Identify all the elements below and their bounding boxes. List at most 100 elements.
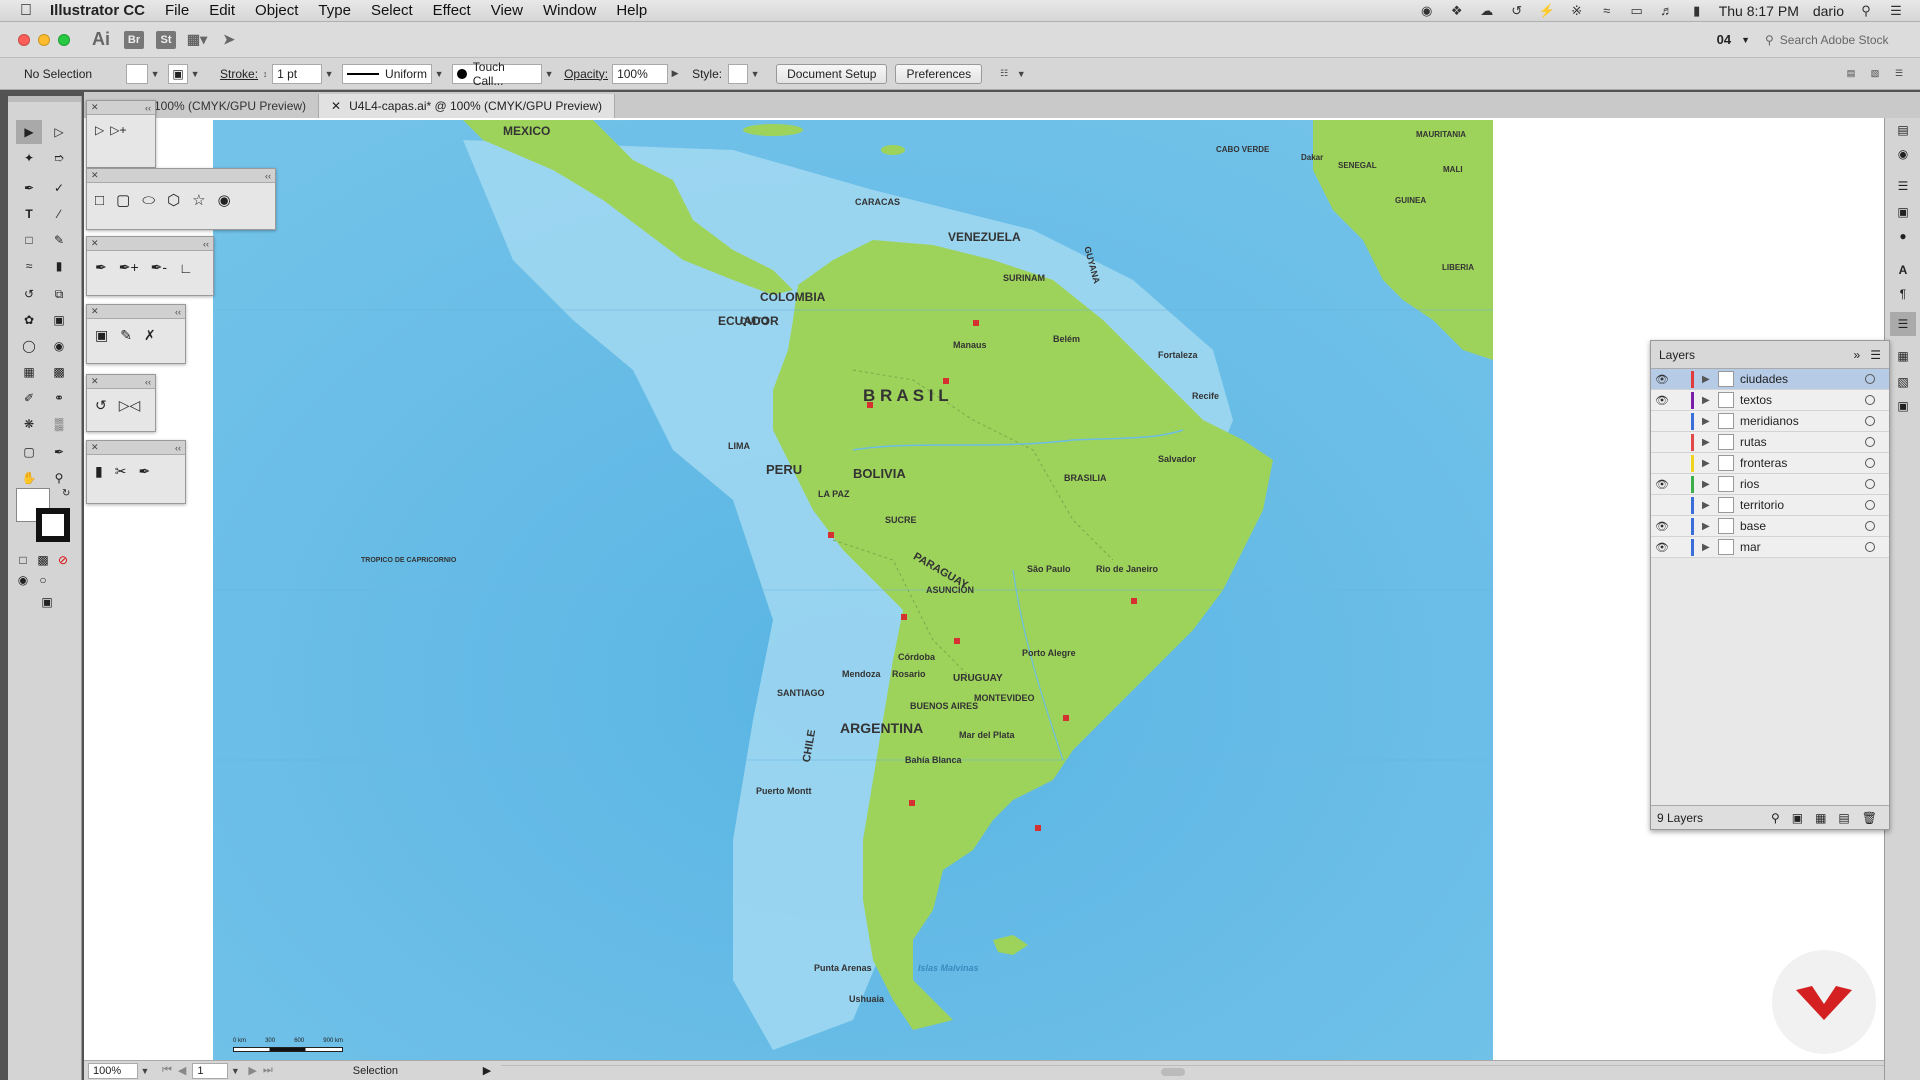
previous-artboard-icon[interactable]: ◀ xyxy=(178,1064,186,1077)
width-tool-icon[interactable]: ✗ xyxy=(144,327,156,344)
adobe-stock-search[interactable]: ⚲ Search Adobe Stock xyxy=(1765,30,1910,50)
new-sublayer-icon[interactable]: ▦ xyxy=(1815,811,1826,825)
stock-search-input[interactable]: Search Adobe Stock xyxy=(1780,33,1889,47)
polygon-icon[interactable]: ⬡ xyxy=(167,191,180,209)
layer-name[interactable]: rutas xyxy=(1740,435,1865,449)
fill-dropdown-icon[interactable]: ▼ xyxy=(148,64,162,84)
artboard-number-input[interactable]: 1 xyxy=(192,1062,229,1079)
bridge-button[interactable]: Br xyxy=(124,30,144,49)
reflect-icon[interactable]: ▷◁ xyxy=(119,397,141,414)
locate-object-icon[interactable]: ⚲ xyxy=(1771,811,1780,825)
layers-icon[interactable]: ☰ xyxy=(1890,312,1916,336)
layer-row[interactable]: ▶ rutas xyxy=(1651,432,1889,453)
dropbox-icon[interactable]: ❖ xyxy=(1449,3,1465,18)
swap-fill-stroke-icon[interactable]: ↻ xyxy=(62,488,70,499)
battery-icon[interactable]: ▮ xyxy=(1689,3,1705,18)
add-anchor-icon[interactable]: ✒+ xyxy=(119,259,139,276)
menu-file[interactable]: File xyxy=(165,2,189,19)
brush-dropdown-icon[interactable]: ▼ xyxy=(542,64,556,84)
live-paint-tool-icon[interactable]: ◉ xyxy=(46,334,72,358)
collapse-icon[interactable]: ‹‹ xyxy=(145,377,151,387)
horizontal-scrollbar[interactable] xyxy=(501,1064,1884,1077)
layer-name[interactable]: mar xyxy=(1740,540,1865,554)
zoom-window-button[interactable] xyxy=(58,33,70,46)
layer-name[interactable]: ciudades xyxy=(1740,372,1865,386)
stroke-panel-icon[interactable]: ☰ xyxy=(1890,174,1916,198)
panel-menu-icon[interactable]: ☰ xyxy=(1870,348,1881,362)
cloud-icon[interactable]: ☁ xyxy=(1479,3,1495,18)
expand-arrow-icon[interactable]: ▶ xyxy=(1702,416,1714,427)
expand-arrow-icon[interactable]: ▶ xyxy=(1702,500,1714,511)
current-tool-status[interactable]: Selection xyxy=(353,1065,473,1077)
group-selection-icon[interactable]: ▷+ xyxy=(110,123,126,137)
workspace-switcher[interactable]: 04 ▼ xyxy=(1717,32,1750,47)
symbol-sprayer-tool-icon[interactable]: ❋ xyxy=(16,412,42,436)
pen-icon[interactable]: ✒ xyxy=(95,259,107,276)
eraser-tool-icon[interactable]: ▮ xyxy=(46,254,72,278)
layer-row[interactable]: ▶ meridianos xyxy=(1651,411,1889,432)
menu-object[interactable]: Object xyxy=(255,2,298,19)
make-clipping-mask-icon[interactable]: ▣ xyxy=(1792,811,1803,825)
collapse-icon[interactable]: ‹‹ xyxy=(175,443,181,453)
layer-row[interactable]: 👁 ▶ textos xyxy=(1651,390,1889,411)
blend-tool-icon[interactable]: ⚭ xyxy=(46,386,72,410)
bluetooth-icon[interactable]: ※ xyxy=(1569,3,1585,18)
layer-row[interactable]: ▶ fronteras xyxy=(1651,453,1889,474)
target-circle-icon[interactable] xyxy=(1865,521,1875,531)
spotlight-icon[interactable]: ⚲ xyxy=(1858,3,1874,18)
target-circle-icon[interactable] xyxy=(1865,416,1875,426)
variable-width-profile[interactable]: Uniform xyxy=(342,63,433,84)
shaper-tool-icon[interactable]: ≈ xyxy=(16,254,42,278)
isolate-icon[interactable]: ▤ xyxy=(1844,64,1858,84)
draw-normal-icon[interactable]: ◉ xyxy=(14,568,32,592)
target-circle-icon[interactable] xyxy=(1865,374,1875,384)
target-circle-icon[interactable] xyxy=(1865,437,1875,447)
visibility-eye-icon[interactable]: 👁 xyxy=(1651,541,1673,554)
menu-type[interactable]: Type xyxy=(318,2,351,19)
close-icon[interactable]: ✕ xyxy=(91,442,99,453)
visibility-eye-icon[interactable]: 👁 xyxy=(1651,373,1673,386)
profile-dropdown-icon[interactable]: ▼ xyxy=(432,64,446,84)
tab-document-2[interactable]: ✕ U4L4-capas.ai* @ 100% (CMYK/GPU Preview… xyxy=(319,94,616,118)
paintbrush-tool-icon[interactable]: ✎ xyxy=(46,228,72,252)
puppet-warp-icon[interactable]: ✎ xyxy=(120,327,132,344)
power-icon[interactable]: ⚡ xyxy=(1539,3,1555,18)
scissors-icon[interactable]: ✂ xyxy=(115,463,127,480)
expand-arrow-icon[interactable]: ▶ xyxy=(1702,374,1714,385)
align-panel-icon[interactable]: ▧ xyxy=(1890,370,1916,394)
expand-arrow-icon[interactable]: ▶ xyxy=(1702,458,1714,469)
collapse-panel-icon[interactable]: » xyxy=(1854,348,1861,362)
shape-builder-tool-icon[interactable]: ◯ xyxy=(16,334,42,358)
menu-view[interactable]: View xyxy=(491,2,523,19)
horizontal-scroll-thumb[interactable] xyxy=(1161,1067,1186,1076)
last-artboard-icon[interactable]: ⏭ xyxy=(263,1064,273,1077)
wifi-icon[interactable]: ≈ xyxy=(1599,3,1615,18)
document-setup-button[interactable]: Document Setup xyxy=(776,63,888,84)
draw-behind-icon[interactable]: ○ xyxy=(34,568,52,592)
gradient-tool-icon[interactable]: ▩ xyxy=(46,360,72,384)
close-icon[interactable]: ✕ xyxy=(91,306,99,317)
collapse-icon[interactable]: ‹‹ xyxy=(265,171,271,181)
notification-center-icon[interactable]: ☰ xyxy=(1888,3,1904,18)
visibility-eye-icon[interactable]: 👁 xyxy=(1651,478,1673,491)
next-artboard-icon[interactable]: ▶ xyxy=(248,1064,256,1077)
free-transform-icon[interactable]: ▣ xyxy=(95,327,108,344)
close-icon[interactable]: ✕ xyxy=(91,102,99,113)
anchor-point-icon[interactable]: ∟ xyxy=(179,260,193,276)
layer-name[interactable]: fronteras xyxy=(1740,456,1865,470)
collapse-icon[interactable]: ‹‹ xyxy=(203,239,209,249)
color-icon[interactable]: ● xyxy=(1890,224,1916,248)
record-icon[interactable]: ◉ xyxy=(1419,3,1435,18)
expand-arrow-icon[interactable]: ▶ xyxy=(1702,542,1714,553)
apple-icon[interactable]:  xyxy=(20,2,32,20)
magic-wand-tool-icon[interactable]: ✦ xyxy=(16,146,42,170)
arrange-dropdown-icon[interactable]: ▼ xyxy=(1014,64,1028,84)
zoom-dropdown-icon[interactable]: ▼ xyxy=(138,1063,152,1079)
perspective-grid-tool-icon[interactable]: ▦ xyxy=(16,360,42,384)
status-arrow-icon[interactable]: ▶ xyxy=(483,1064,491,1077)
selection-arrow-icon[interactable]: ▷ xyxy=(95,123,104,137)
layer-name[interactable]: meridianos xyxy=(1740,414,1865,428)
ellipse-icon[interactable]: ⬭ xyxy=(142,192,155,209)
paragraph-icon[interactable]: ¶ xyxy=(1890,282,1916,306)
visibility-eye-icon[interactable]: 👁 xyxy=(1651,394,1673,407)
